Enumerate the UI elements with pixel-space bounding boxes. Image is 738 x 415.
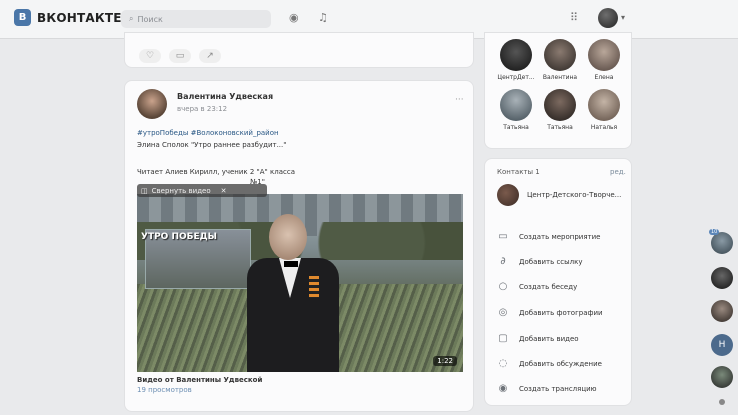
action-label: Создать мероприятие — [519, 232, 601, 241]
chat-avatar[interactable]: 10 — [709, 229, 733, 254]
more-icon[interactable]: ··· — [455, 95, 464, 105]
chevron-down-icon[interactable]: ▾ — [621, 13, 625, 22]
post-hashtags[interactable]: #утроПобеды #Волоконовский_район — [137, 129, 279, 137]
discussion-icon: ◌ — [498, 358, 508, 369]
collapse-icon: ◫ — [141, 186, 148, 195]
search-input[interactable]: ⌕ Поиск — [121, 10, 271, 28]
action-add-video[interactable]: ▢ Добавить видео — [497, 333, 579, 344]
action-add-link[interactable]: ∂ Добавить ссылку — [497, 256, 583, 267]
action-label: Добавить фотографии — [519, 308, 603, 317]
chat-avatar-letter[interactable]: Н — [711, 334, 733, 356]
video-collapse-toolbar[interactable]: ◫ Свернуть видео ✕ — [137, 184, 267, 197]
search-placeholder: Поиск — [137, 14, 163, 24]
friend-avatar — [544, 89, 576, 121]
video-inset-title: УТРО ПОБЕДЫ — [141, 232, 217, 242]
close-icon[interactable]: ✕ — [221, 187, 227, 195]
comment-icon[interactable]: ▭ — [169, 49, 191, 63]
author-avatar[interactable] — [137, 89, 167, 119]
chat-avatar[interactable] — [711, 267, 733, 289]
friend-avatar — [500, 89, 532, 121]
community-actions-block: Контакты 1 ред. Центр-Детского-Творче...… — [484, 158, 632, 406]
video-icon: ▢ — [498, 333, 508, 344]
friend-avatar — [500, 39, 532, 71]
action-label: Добавить ссылку — [519, 257, 583, 266]
friend-name: Наталья — [590, 124, 618, 131]
contacts-title[interactable]: Контакты 1 — [497, 168, 540, 176]
more-chats-icon[interactable] — [719, 399, 725, 405]
action-create-chat[interactable]: ○ Создать беседу — [497, 281, 578, 292]
contact-name: Центр-Детского-Творче... — [527, 191, 622, 199]
link-icon: ∂ — [500, 256, 506, 267]
share-icon[interactable]: ↗ — [199, 49, 221, 63]
chat-avatar[interactable] — [711, 300, 733, 322]
post-reader-line: Читает Алиев Кирилл, ученик 2 "А" класса — [137, 168, 295, 176]
unread-badge: 10 — [709, 229, 720, 235]
previous-post-footer: ♡ ▭ ↗ — [124, 32, 474, 68]
action-label: Добавить видео — [519, 334, 579, 343]
action-label: Создать беседу — [519, 282, 578, 291]
friend-avatar — [544, 39, 576, 71]
st-george-ribbon — [309, 276, 319, 298]
contact-item[interactable]: Центр-Детского-Творче... — [497, 184, 621, 206]
action-create-broadcast[interactable]: ◉ Создать трансляцию — [497, 383, 597, 394]
post-poem-line: Элина Сполок "Утро раннее разбудит..." — [137, 141, 287, 149]
friend-item[interactable]: Наталья — [577, 89, 631, 131]
action-label: Добавить обсуждение — [519, 359, 602, 368]
broadcast-icon: ◉ — [498, 383, 508, 394]
action-label: Создать трансляцию — [519, 384, 597, 393]
chat-avatar[interactable] — [711, 366, 733, 388]
apps-grid-icon[interactable]: ⠿ — [570, 11, 578, 24]
video-duration: 1:22 — [433, 356, 457, 366]
vk-logo-icon: В — [14, 9, 31, 26]
action-add-photos[interactable]: ◎ Добавить фотографии — [497, 307, 603, 318]
vk-logo[interactable]: В ВКОНТАКТЕ — [14, 9, 122, 26]
post-card: Валентина Удвеская вчера в 23:12 ··· #ут… — [124, 80, 474, 412]
video-subject — [243, 214, 341, 372]
video-toolbar-label: Свернуть видео — [151, 186, 211, 195]
contacts-edit[interactable]: ред. — [610, 168, 626, 176]
camera-icon: ◎ — [498, 307, 508, 318]
post-author[interactable]: Валентина Удвеская — [177, 92, 273, 101]
video-caption[interactable]: Видео от Валентины Удвеской — [137, 376, 262, 384]
chat-icon: ○ — [498, 281, 508, 292]
calendar-icon: ▭ — [498, 231, 508, 242]
search-icon: ⌕ — [129, 14, 134, 23]
friends-block: ЦентрДет... Валентина Елена Татьяна Тать… — [484, 32, 632, 149]
friend-avatar — [588, 39, 620, 71]
post-time[interactable]: вчера в 23:12 — [177, 105, 227, 113]
video-views: 19 просмотров — [137, 386, 192, 394]
video-player[interactable]: УТРО ПОБЕДЫ 1:22 — [137, 194, 463, 372]
music-icon[interactable]: ♫ — [318, 11, 328, 24]
profile-avatar[interactable] — [598, 8, 618, 28]
action-add-discussion[interactable]: ◌ Добавить обсуждение — [497, 358, 602, 369]
contact-avatar — [497, 184, 519, 206]
action-create-event[interactable]: ▭ Создать мероприятие — [497, 231, 600, 242]
notifications-icon[interactable]: ◉ — [289, 11, 299, 24]
friend-avatar — [588, 89, 620, 121]
vk-logo-text: ВКОНТАКТЕ — [37, 10, 122, 25]
like-icon[interactable]: ♡ — [139, 49, 161, 63]
friend-item[interactable]: Елена — [577, 39, 631, 81]
friend-name: Елена — [594, 74, 614, 81]
